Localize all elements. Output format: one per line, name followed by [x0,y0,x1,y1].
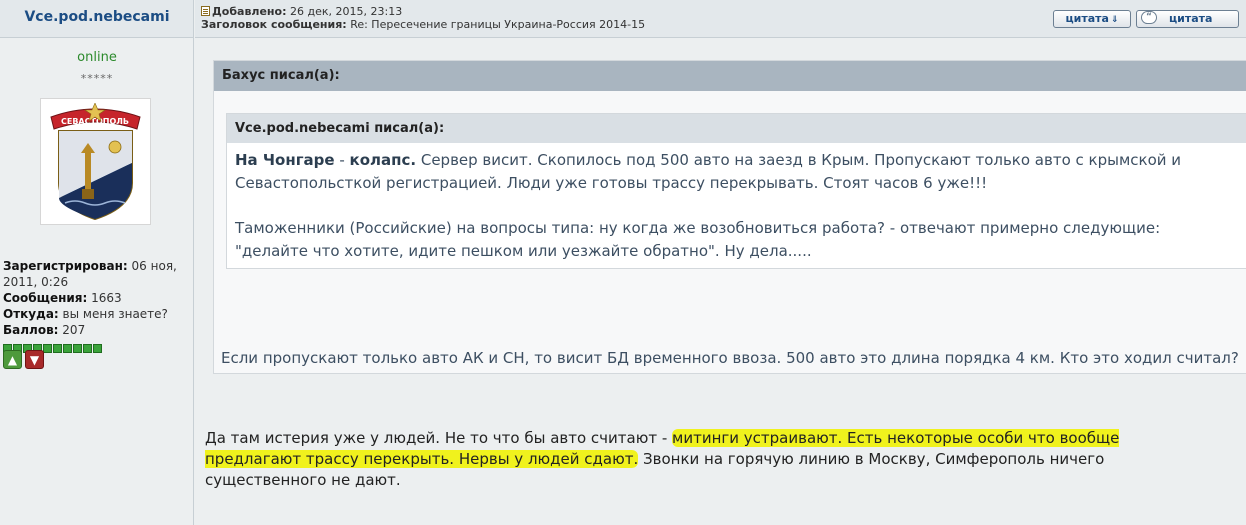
rank-stars: ***** [80,72,114,85]
reputation-bar [3,338,103,353]
registered-info: Зарегистрирован: 06 ноя, 2011, 0:26 [3,258,191,290]
avatar-ribbon-text: СЕВАСТОПОЛЬ [61,117,129,126]
quote-button-label: цитата [1065,12,1109,25]
messages-label: Сообщения: [3,291,88,305]
reputation-dot [73,344,82,353]
location-label: Откуда: [3,307,59,321]
online-status: online [77,50,117,65]
location-value: вы меня знаете? [62,307,168,321]
quote-inner-body: На Чонгаре - колапс. Сервер висит. Скопи… [227,143,1227,263]
quote-inner-sep: - [334,151,350,169]
quote-inner-paragraph-1: На Чонгаре - колапс. Сервер висит. Скопи… [235,149,1215,195]
added-value: 26 дек, 2015, 23:13 [290,5,403,18]
quote-inner-header: Vce.pod.nebecami писал(а): [227,114,1246,143]
quote-outer-header: Бахус писал(а): [214,61,1246,91]
post-content: Бахус писал(а): Vce.pod.nebecami писал(а… [195,38,1246,525]
quote-inner-paragraph-2: Таможенники (Российские) на вопросы типа… [235,219,1161,260]
location-info: Откуда: вы меня знаете? [3,306,168,322]
reply-text: Да там истерия уже у людей. Не то что бы… [205,428,1205,491]
quote-outer-body: Если пропускают только авто АК и СН, то … [221,349,1239,367]
messages-info: Сообщения: 1663 [3,290,122,306]
post-date-line: Добавлено: 26 дек, 2015, 23:13 [201,5,402,18]
quote-button[interactable]: цитата ⇓ [1053,10,1131,28]
messages-value: 1663 [91,291,122,305]
points-value: 207 [62,323,86,337]
added-label: Добавлено: [212,5,287,18]
quote-inner-bold-1: На Чонгаре [235,151,335,169]
post-header: Добавлено: 26 дек, 2015, 23:13 Заголовок… [195,0,1246,38]
quote-block-inner: Vce.pod.nebecami писал(а): На Чонгаре - … [226,113,1246,269]
reputation-dot [53,344,62,353]
subject-value: Re: Пересечение границы Украина-Россия 2… [350,18,646,31]
quote-inner-bold-2: колапс. [349,151,417,169]
reputation-dot [63,344,72,353]
reputation-dot [93,344,102,353]
user-info-sidebar: online ***** СЕВАСТОПОЛЬ Зарегистрирован… [0,38,194,525]
avatar[interactable]: СЕВАСТОПОЛЬ [40,98,151,225]
post-icon[interactable] [201,6,210,16]
double-chevron-down-icon: ⇓ [1110,15,1119,25]
registered-label: Зарегистрирован: [3,259,128,273]
subject-label: Заголовок сообщения: [201,18,347,31]
post-subject-line: Заголовок сообщения: Re: Пересечение гра… [201,18,645,31]
multiquote-button-label: цитата [1169,12,1213,25]
quote-block-outer: Бахус писал(а): Vce.pod.nebecami писал(а… [213,60,1246,374]
sevastopol-emblem-icon: СЕВАСТОПОЛЬ [50,103,141,221]
speech-bubble-icon: “ [1141,11,1157,24]
points-info: Баллов: 207 [3,322,85,338]
points-label: Баллов: [3,323,59,337]
post-author-name[interactable]: Vce.pod.nebecami [0,9,194,25]
reputation-dot [83,344,92,353]
reputation-dot [43,344,52,353]
post-author-cell: Vce.pod.nebecami [0,0,194,38]
reply-part-1: Да там истерия уже у людей. Не то что бы… [205,429,673,447]
thumbs-down-icon[interactable]: ▼ [25,350,44,369]
multiquote-button[interactable]: “ цитата [1136,10,1239,28]
thumbs-up-icon[interactable]: ▲ [3,350,22,369]
